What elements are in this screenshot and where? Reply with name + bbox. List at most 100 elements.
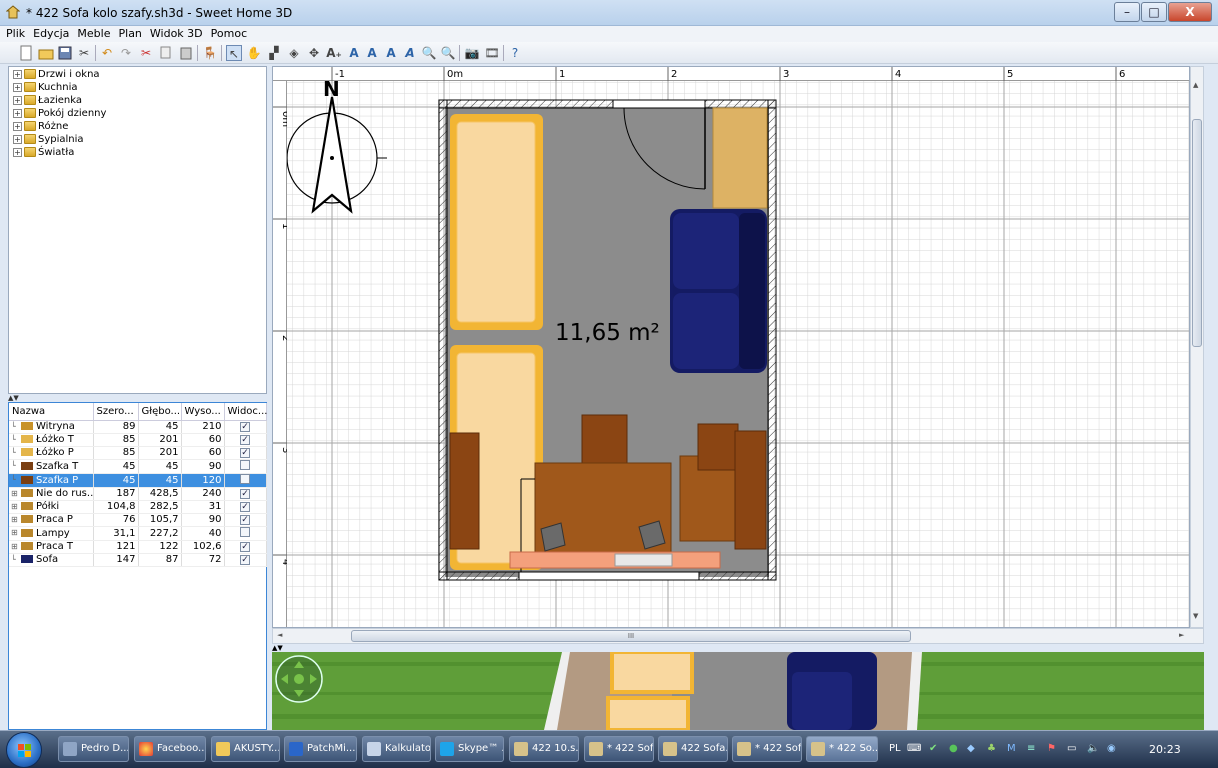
left-splitter[interactable]: ▲▼	[8, 394, 267, 402]
increase-text-icon[interactable]: A	[346, 45, 362, 61]
network-icon[interactable]: ◉	[1107, 743, 1116, 754]
furniture-row[interactable]: └ Witryna 89 45 210 ✓	[9, 420, 267, 434]
bold-text-icon[interactable]: A	[383, 45, 399, 61]
taskbar-item-akusty[interactable]: AKUSTY...	[211, 736, 280, 762]
expand-icon[interactable]: +	[13, 147, 22, 157]
column-header-name[interactable]: Nazwa	[9, 403, 94, 421]
furniture-width-cell[interactable]: 85	[93, 446, 139, 460]
bed-lozko-t[interactable]	[450, 114, 543, 330]
language-indicator[interactable]: PL	[889, 743, 901, 754]
room-area-label[interactable]: 11,65 m²	[555, 320, 660, 346]
catalog-category-sypialnia[interactable]: + Sypialnia	[13, 133, 84, 146]
keyboard-icon[interactable]: ⌨	[907, 743, 921, 754]
create-video-icon[interactable]: 🎞	[484, 45, 500, 61]
green-app-icon[interactable]: ●	[949, 743, 958, 754]
catalog-category-kuchnia[interactable]: + Kuchnia	[13, 81, 77, 94]
visible-checkbox[interactable]	[240, 473, 250, 484]
list-icon[interactable]: ≡	[1027, 743, 1035, 754]
furniture-width-cell[interactable]: 89	[93, 420, 139, 434]
furniture-row[interactable]: ⊞ Półki 104,8 282,5 31 ✓	[9, 500, 267, 514]
create-walls-icon[interactable]: ▞	[266, 45, 282, 61]
minimize-button[interactable]: –	[1114, 2, 1140, 22]
furniture-row[interactable]: └ Sofa 147 87 72 ✓	[9, 553, 267, 567]
visible-checkbox[interactable]: ✓	[240, 555, 250, 565]
expand-icon[interactable]: +	[13, 108, 22, 118]
furniture-height-cell[interactable]: 102,6	[181, 540, 225, 554]
new-file-icon[interactable]	[18, 45, 34, 61]
taskbar-item-facebook[interactable]: Faceboo...	[134, 736, 206, 762]
visible-checkbox[interactable]: ✓	[240, 448, 250, 458]
furniture-width-cell[interactable]: 76	[93, 513, 139, 527]
furniture-width-cell[interactable]: 31,1	[93, 526, 139, 541]
action-center-icon[interactable]: ⚑	[1047, 743, 1056, 754]
furniture-name-cell[interactable]: ⊞ Nie do rus...	[9, 487, 94, 501]
horizontal-scroll-thumb[interactable]: III	[351, 630, 911, 642]
furniture-name-cell[interactable]: └ Szafka T	[9, 459, 94, 474]
menu-meble[interactable]: Meble	[71, 26, 112, 42]
create-photo-icon[interactable]: 📷	[464, 45, 480, 61]
visible-checkbox[interactable]: ✓	[240, 515, 250, 525]
zoom-out-icon[interactable]: 🔍	[440, 45, 456, 61]
furniture-name-cell[interactable]: ⊞ Praca P	[9, 513, 94, 527]
expand-icon[interactable]: +	[13, 69, 22, 79]
taskbar-item-skype[interactable]: Skype™ ...	[435, 736, 504, 762]
furniture-width-cell[interactable]: 85	[93, 433, 139, 447]
furniture-name-cell[interactable]: ⊞ Półki	[9, 500, 94, 514]
furniture-row[interactable]: └ Szafka T 45 45 90	[9, 459, 267, 474]
network-tool-icon[interactable]: ◆	[967, 743, 975, 754]
expand-group-icon[interactable]: ⊞	[11, 542, 21, 551]
plan-vertical-scrollbar[interactable]: ▲ ▼	[1190, 66, 1204, 628]
catalog-category-rozne[interactable]: + Różne	[13, 120, 68, 133]
expand-group-icon[interactable]: ⊞	[11, 515, 21, 524]
szafka-t[interactable]	[449, 432, 480, 550]
furniture-height-cell[interactable]: 90	[181, 513, 225, 527]
help-icon[interactable]: ?	[507, 45, 523, 61]
furniture-row[interactable]: ⊞ Praca P 76 105,7 90 ✓	[9, 513, 267, 527]
furniture-row[interactable]: └ Łóżko P 85 201 60 ✓	[9, 446, 267, 460]
furniture-width-cell[interactable]: 147	[93, 553, 139, 567]
furniture-depth-cell[interactable]: 201	[138, 433, 182, 447]
column-header-visible[interactable]: Widoc...	[224, 403, 267, 421]
scroll-up-arrow-icon[interactable]: ▲	[1193, 81, 1198, 89]
furniture-name-cell[interactable]: └ Szafka P	[9, 473, 94, 488]
taskbar-item-422-sofa[interactable]: 422 Sofa...	[658, 736, 728, 762]
plan-horizontal-scrollbar[interactable]: ◄ III ►	[272, 628, 1204, 644]
furniture-depth-cell[interactable]: 105,7	[138, 513, 182, 527]
visible-checkbox[interactable]: ✓	[240, 502, 250, 512]
taskbar-item-patchmi[interactable]: PatchMi...	[284, 736, 357, 762]
expand-group-icon[interactable]: ⊞	[11, 502, 21, 511]
create-rooms-icon[interactable]: ◈	[286, 45, 302, 61]
visible-checkbox[interactable]: ✓	[240, 422, 250, 432]
plan-view[interactable]: N 11,65 m² -1 0m 1 2 3 4 5 6 0m	[272, 66, 1190, 628]
furniture-name-cell[interactable]: ⊞ Praca T	[9, 540, 94, 554]
preferences-icon[interactable]: ✂	[76, 45, 92, 61]
paste-icon[interactable]	[178, 45, 194, 61]
maximize-button[interactable]: □	[1141, 2, 1167, 22]
furniture-depth-cell[interactable]: 428,5	[138, 487, 182, 501]
furniture-height-cell[interactable]: 31	[181, 500, 225, 514]
furniture-height-cell[interactable]: 40	[181, 526, 225, 541]
furniture-depth-cell[interactable]: 122	[138, 540, 182, 554]
furniture-height-cell[interactable]: 210	[181, 420, 225, 434]
furniture-height-cell[interactable]: 60	[181, 446, 225, 460]
furniture-name-cell[interactable]: └ Łóżko T	[9, 433, 94, 447]
close-button[interactable]: X	[1168, 2, 1212, 22]
3d-view[interactable]	[272, 652, 1204, 730]
menu-plik[interactable]: Plik	[0, 26, 27, 42]
taskbar-item-422-10[interactable]: 422 10.s...	[509, 736, 579, 762]
italic-text-icon[interactable]: A	[402, 45, 418, 61]
display-icon[interactable]: ▭	[1067, 743, 1076, 754]
messenger-icon[interactable]: M	[1007, 743, 1016, 754]
visible-checkbox[interactable]	[240, 459, 250, 470]
clock[interactable]: 20:23	[1149, 743, 1181, 756]
sofa[interactable]	[670, 209, 767, 373]
witryna-cabinet[interactable]	[712, 107, 768, 209]
furniture-depth-cell[interactable]: 87	[138, 553, 182, 567]
furniture-name-cell[interactable]: ⊞ Lampy	[9, 526, 94, 541]
furniture-width-cell[interactable]: 121	[93, 540, 139, 554]
expand-icon[interactable]: +	[13, 121, 22, 131]
furniture-height-cell[interactable]: 60	[181, 433, 225, 447]
taskbar-item-422-sof-1[interactable]: * 422 Sof...	[584, 736, 654, 762]
expand-icon[interactable]: +	[13, 95, 22, 105]
plan-3d-splitter[interactable]: ▲▼	[272, 644, 1204, 652]
